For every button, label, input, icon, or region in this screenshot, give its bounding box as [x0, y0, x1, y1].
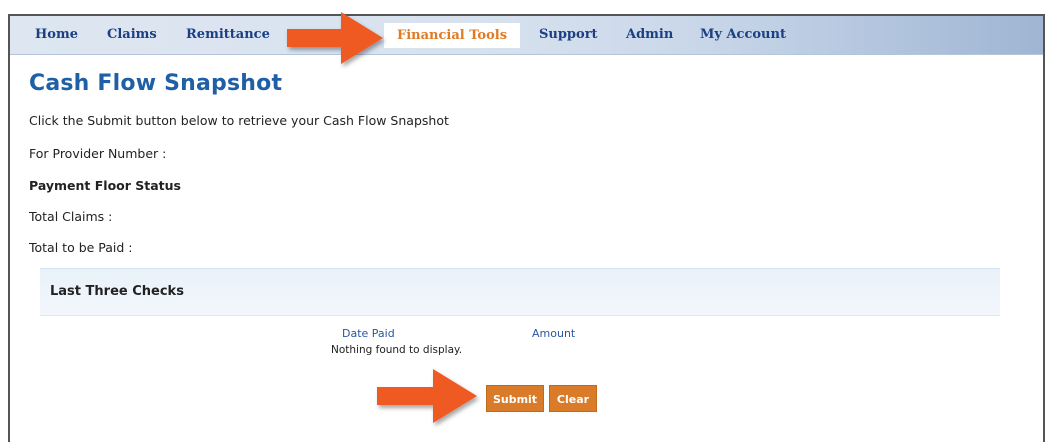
last-three-checks-heading: Last Three Checks	[50, 284, 184, 299]
nav-item-remittance[interactable]: Remittance	[186, 27, 270, 42]
empty-results-message: Nothing found to display.	[331, 344, 463, 356]
total-claims-label: Total Claims :	[29, 209, 113, 224]
submit-button[interactable]: Submit	[486, 385, 544, 412]
nav-item-claims[interactable]: Claims	[107, 27, 157, 42]
nav-item-admin[interactable]: Admin	[626, 27, 673, 42]
nav-item-financial-tools[interactable]: Financial Tools	[384, 23, 521, 48]
pointer-arrow-icon	[377, 369, 477, 423]
provider-number-label: For Provider Number :	[29, 146, 167, 161]
last-three-checks-panel: Last Three Checks	[40, 268, 1000, 316]
app-frame: Home Claims Remittance Financial Tools S…	[8, 14, 1045, 442]
column-header-amount[interactable]: Amount	[532, 327, 575, 340]
page-title: Cash Flow Snapshot	[29, 71, 283, 96]
top-navigation-bar: Home Claims Remittance Financial Tools S…	[10, 16, 1043, 55]
pointer-arrow-icon	[287, 12, 383, 64]
nav-item-support[interactable]: Support	[539, 27, 598, 42]
total-to-be-paid-label: Total to be Paid :	[29, 240, 133, 255]
payment-floor-status-heading: Payment Floor Status	[29, 178, 181, 193]
clear-button[interactable]: Clear	[549, 385, 597, 412]
nav-item-my-account[interactable]: My Account	[700, 27, 786, 42]
instruction-text: Click the Submit button below to retriev…	[29, 113, 449, 128]
nav-item-home[interactable]: Home	[35, 27, 78, 42]
column-header-date-paid[interactable]: Date Paid	[342, 327, 395, 340]
